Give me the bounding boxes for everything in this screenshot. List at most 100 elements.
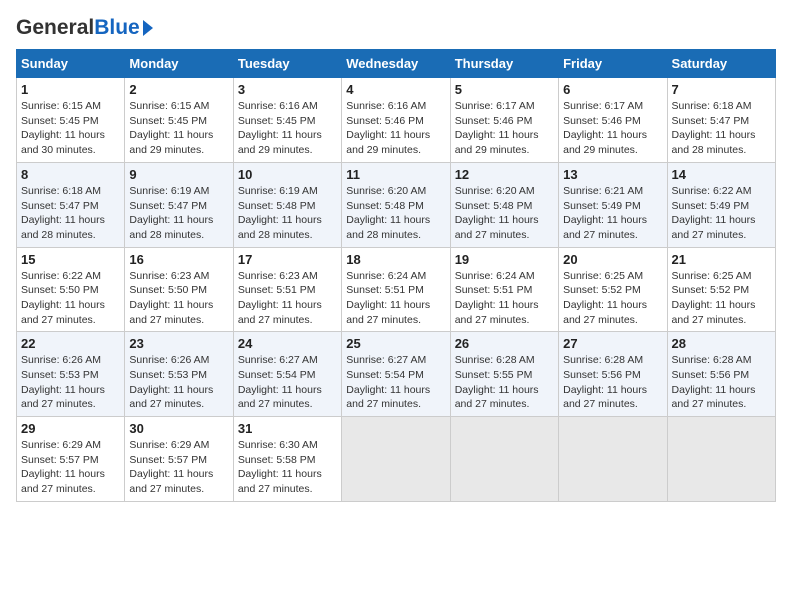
calendar-cell	[667, 417, 775, 502]
day-info: Sunrise: 6:16 AM Sunset: 5:45 PM Dayligh…	[238, 99, 337, 158]
calendar-cell: 8 Sunrise: 6:18 AM Sunset: 5:47 PM Daylig…	[17, 162, 125, 247]
day-number: 17	[238, 252, 337, 267]
calendar-cell: 1 Sunrise: 6:15 AM Sunset: 5:45 PM Daylig…	[17, 78, 125, 163]
day-number: 15	[21, 252, 120, 267]
day-number: 27	[563, 336, 662, 351]
calendar-cell	[450, 417, 558, 502]
day-number: 9	[129, 167, 228, 182]
calendar-header-thursday: Thursday	[450, 50, 558, 78]
logo-blue: Blue	[94, 16, 140, 39]
day-number: 30	[129, 421, 228, 436]
calendar-cell: 25 Sunrise: 6:27 AM Sunset: 5:54 PM Dayli…	[342, 332, 450, 417]
day-number: 21	[672, 252, 771, 267]
calendar-cell: 5 Sunrise: 6:17 AM Sunset: 5:46 PM Daylig…	[450, 78, 558, 163]
day-number: 5	[455, 82, 554, 97]
day-info: Sunrise: 6:22 AM Sunset: 5:50 PM Dayligh…	[21, 269, 120, 328]
day-number: 22	[21, 336, 120, 351]
calendar-cell: 29 Sunrise: 6:29 AM Sunset: 5:57 PM Dayli…	[17, 417, 125, 502]
day-number: 26	[455, 336, 554, 351]
calendar-table: SundayMondayTuesdayWednesdayThursdayFrid…	[16, 49, 776, 502]
calendar-cell: 28 Sunrise: 6:28 AM Sunset: 5:56 PM Dayli…	[667, 332, 775, 417]
calendar-cell: 23Sunrise: 6:26 AM Sunset: 5:53 PM Dayli…	[125, 332, 233, 417]
calendar-week-row: 1 Sunrise: 6:15 AM Sunset: 5:45 PM Daylig…	[17, 78, 776, 163]
day-number: 28	[672, 336, 771, 351]
day-info: Sunrise: 6:24 AM Sunset: 5:51 PM Dayligh…	[346, 269, 445, 328]
day-number: 3	[238, 82, 337, 97]
calendar-cell: 3 Sunrise: 6:16 AM Sunset: 5:45 PM Daylig…	[233, 78, 341, 163]
day-info: Sunrise: 6:28 AM Sunset: 5:56 PM Dayligh…	[672, 353, 771, 412]
day-info: Sunrise: 6:25 AM Sunset: 5:52 PM Dayligh…	[563, 269, 662, 328]
calendar-cell	[342, 417, 450, 502]
day-info: Sunrise: 6:17 AM Sunset: 5:46 PM Dayligh…	[455, 99, 554, 158]
day-number: 29	[21, 421, 120, 436]
calendar-cell: 15 Sunrise: 6:22 AM Sunset: 5:50 PM Dayli…	[17, 247, 125, 332]
calendar-cell: 13 Sunrise: 6:21 AM Sunset: 5:49 PM Dayli…	[559, 162, 667, 247]
day-number: 19	[455, 252, 554, 267]
calendar-cell: 16 Sunrise: 6:23 AM Sunset: 5:50 PM Dayli…	[125, 247, 233, 332]
calendar-header-monday: Monday	[125, 50, 233, 78]
day-info: Sunrise: 6:28 AM Sunset: 5:55 PM Dayligh…	[455, 353, 554, 412]
page-header: GeneralBlue	[16, 16, 776, 39]
calendar-cell: 12 Sunrise: 6:20 AM Sunset: 5:48 PM Dayli…	[450, 162, 558, 247]
day-number: 16	[129, 252, 228, 267]
calendar-cell: 10 Sunrise: 6:19 AM Sunset: 5:48 PM Dayli…	[233, 162, 341, 247]
day-info: Sunrise: 6:15 AM Sunset: 5:45 PM Dayligh…	[129, 99, 228, 158]
day-number: 2	[129, 82, 228, 97]
day-number: 7	[672, 82, 771, 97]
day-info: Sunrise: 6:21 AM Sunset: 5:49 PM Dayligh…	[563, 184, 662, 243]
day-number: 4	[346, 82, 445, 97]
logo-general: General	[16, 16, 94, 39]
calendar-cell: 19 Sunrise: 6:24 AM Sunset: 5:51 PM Dayli…	[450, 247, 558, 332]
day-info: Sunrise: 6:24 AM Sunset: 5:51 PM Dayligh…	[455, 269, 554, 328]
calendar-cell: 6 Sunrise: 6:17 AM Sunset: 5:46 PM Daylig…	[559, 78, 667, 163]
day-info: Sunrise: 6:19 AM Sunset: 5:47 PM Dayligh…	[129, 184, 228, 243]
logo-arrow-icon	[143, 20, 153, 36]
calendar-cell: 17 Sunrise: 6:23 AM Sunset: 5:51 PM Dayli…	[233, 247, 341, 332]
calendar-cell: 18Sunrise: 6:24 AM Sunset: 5:51 PM Dayli…	[342, 247, 450, 332]
day-info: Sunrise: 6:15 AM Sunset: 5:45 PM Dayligh…	[21, 99, 120, 158]
calendar-cell: 24Sunrise: 6:27 AM Sunset: 5:54 PM Dayli…	[233, 332, 341, 417]
day-info: Sunrise: 6:27 AM Sunset: 5:54 PM Dayligh…	[346, 353, 445, 412]
day-number: 23	[129, 336, 228, 351]
calendar-header-tuesday: Tuesday	[233, 50, 341, 78]
calendar-header-row: SundayMondayTuesdayWednesdayThursdayFrid…	[17, 50, 776, 78]
day-number: 25	[346, 336, 445, 351]
calendar-header-sunday: Sunday	[17, 50, 125, 78]
day-number: 11	[346, 167, 445, 182]
day-number: 12	[455, 167, 554, 182]
day-info: Sunrise: 6:18 AM Sunset: 5:47 PM Dayligh…	[21, 184, 120, 243]
day-info: Sunrise: 6:18 AM Sunset: 5:47 PM Dayligh…	[672, 99, 771, 158]
day-info: Sunrise: 6:17 AM Sunset: 5:46 PM Dayligh…	[563, 99, 662, 158]
day-number: 8	[21, 167, 120, 182]
calendar-cell: 31Sunrise: 6:30 AM Sunset: 5:58 PM Dayli…	[233, 417, 341, 502]
day-info: Sunrise: 6:29 AM Sunset: 5:57 PM Dayligh…	[129, 438, 228, 497]
calendar-cell: 9 Sunrise: 6:19 AM Sunset: 5:47 PM Daylig…	[125, 162, 233, 247]
calendar-cell: 2 Sunrise: 6:15 AM Sunset: 5:45 PM Daylig…	[125, 78, 233, 163]
day-info: Sunrise: 6:23 AM Sunset: 5:51 PM Dayligh…	[238, 269, 337, 328]
day-number: 31	[238, 421, 337, 436]
day-info: Sunrise: 6:25 AM Sunset: 5:52 PM Dayligh…	[672, 269, 771, 328]
calendar-cell: 14 Sunrise: 6:22 AM Sunset: 5:49 PM Dayli…	[667, 162, 775, 247]
calendar-cell: 11 Sunrise: 6:20 AM Sunset: 5:48 PM Dayli…	[342, 162, 450, 247]
calendar-cell: 21 Sunrise: 6:25 AM Sunset: 5:52 PM Dayli…	[667, 247, 775, 332]
day-info: Sunrise: 6:29 AM Sunset: 5:57 PM Dayligh…	[21, 438, 120, 497]
day-info: Sunrise: 6:22 AM Sunset: 5:49 PM Dayligh…	[672, 184, 771, 243]
day-number: 14	[672, 167, 771, 182]
day-info: Sunrise: 6:20 AM Sunset: 5:48 PM Dayligh…	[346, 184, 445, 243]
day-info: Sunrise: 6:19 AM Sunset: 5:48 PM Dayligh…	[238, 184, 337, 243]
calendar-cell: 7 Sunrise: 6:18 AM Sunset: 5:47 PM Daylig…	[667, 78, 775, 163]
calendar-header-saturday: Saturday	[667, 50, 775, 78]
calendar-week-row: 8 Sunrise: 6:18 AM Sunset: 5:47 PM Daylig…	[17, 162, 776, 247]
day-number: 24	[238, 336, 337, 351]
calendar-cell: 4Sunrise: 6:16 AM Sunset: 5:46 PM Daylig…	[342, 78, 450, 163]
calendar-week-row: 29 Sunrise: 6:29 AM Sunset: 5:57 PM Dayli…	[17, 417, 776, 502]
day-number: 10	[238, 167, 337, 182]
calendar-cell: 27Sunrise: 6:28 AM Sunset: 5:56 PM Dayli…	[559, 332, 667, 417]
day-number: 6	[563, 82, 662, 97]
day-number: 1	[21, 82, 120, 97]
calendar-header-wednesday: Wednesday	[342, 50, 450, 78]
day-info: Sunrise: 6:23 AM Sunset: 5:50 PM Dayligh…	[129, 269, 228, 328]
day-info: Sunrise: 6:20 AM Sunset: 5:48 PM Dayligh…	[455, 184, 554, 243]
day-number: 13	[563, 167, 662, 182]
calendar-cell: 20Sunrise: 6:25 AM Sunset: 5:52 PM Dayli…	[559, 247, 667, 332]
